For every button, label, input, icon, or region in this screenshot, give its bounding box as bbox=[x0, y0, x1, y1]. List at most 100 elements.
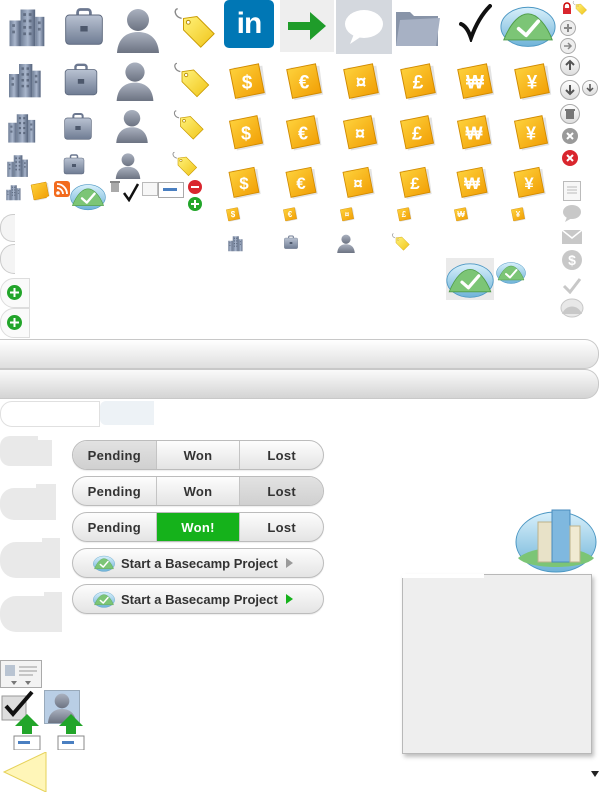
pending-option[interactable]: Pending bbox=[73, 477, 157, 505]
deal-status-toggle-default: Pending Won Lost bbox=[72, 440, 324, 470]
upload-email-icon bbox=[12, 712, 42, 750]
currency-coin-icon: € bbox=[286, 115, 322, 151]
currency-coin-icon: ₩ bbox=[456, 166, 490, 200]
document-icon bbox=[563, 181, 581, 201]
won-option[interactable]: Won bbox=[157, 477, 241, 505]
panel-notch bbox=[402, 574, 484, 578]
lost-option[interactable]: Lost bbox=[240, 513, 323, 541]
placeholder-panel bbox=[402, 574, 592, 754]
comment-icon bbox=[562, 204, 582, 222]
left-tab-stub-1[interactable] bbox=[0, 214, 15, 242]
currency-symbol-label: ¤ bbox=[356, 73, 367, 94]
person-icon-24 bbox=[114, 150, 142, 180]
dollar-coin-icon-small: $ bbox=[28, 180, 52, 204]
email-icon bbox=[562, 230, 582, 244]
svg-text:$: $ bbox=[568, 252, 576, 268]
won-option[interactable]: Won bbox=[157, 441, 241, 469]
left-tab-stub-2[interactable] bbox=[0, 244, 15, 274]
currency-symbol-label: € bbox=[296, 174, 306, 193]
deal-status-toggle-lost: Pending Won Lost bbox=[72, 476, 324, 506]
lost-option[interactable]: Lost bbox=[240, 477, 323, 505]
company-icon-24 bbox=[4, 152, 30, 178]
briefcase-icon-40 bbox=[62, 60, 100, 98]
currency-coin-grid: $ € ¤ £ ₩ ¥ $ € ¤ £ ₩ ¥ $ € ¤ £ ₩ ¥ $ € ¤ £ ₩ ¥ bbox=[222, 60, 562, 230]
currency-symbol-label: £ bbox=[412, 123, 422, 143]
currency-coin-icon: ¤ bbox=[342, 166, 376, 200]
tag-shape-3 bbox=[0, 538, 60, 578]
short-tab-blue[interactable] bbox=[100, 401, 154, 425]
trash-icon[interactable] bbox=[560, 104, 580, 124]
linkedin-icon[interactable]: in bbox=[224, 0, 274, 48]
tag-shape-2 bbox=[0, 484, 56, 520]
currency-coin-icon: £ bbox=[399, 166, 433, 200]
remove-icon-small[interactable] bbox=[188, 180, 202, 194]
add-button-stub-2[interactable] bbox=[0, 308, 30, 338]
briefcase-icon-48 bbox=[62, 3, 106, 49]
currency-coin-icon: ¤ bbox=[340, 207, 355, 222]
lost-option[interactable]: Lost bbox=[240, 441, 323, 469]
yellow-pointer-icon bbox=[0, 752, 50, 792]
close-icon-gray[interactable] bbox=[562, 128, 578, 144]
tag-shape-4 bbox=[0, 592, 62, 632]
button-label: Start a Basecamp Project bbox=[121, 591, 278, 607]
up-arrow-icon[interactable] bbox=[560, 56, 580, 76]
checkmark-icon-small bbox=[122, 182, 140, 202]
price-tag-icon-tiny bbox=[390, 232, 412, 252]
envelope-icon-small bbox=[158, 182, 184, 198]
currency-coin-icon: ₩ bbox=[454, 207, 469, 222]
basecamp-logo-large-icon bbox=[514, 500, 598, 574]
speech-bubble-icon bbox=[336, 0, 392, 54]
add-icon bbox=[7, 285, 22, 300]
basecamp-logo-icon bbox=[500, 2, 556, 48]
currency-symbol-label: ₩ bbox=[466, 123, 483, 143]
short-tab-white[interactable] bbox=[0, 401, 100, 427]
currency-symbol-label: ¥ bbox=[527, 73, 538, 94]
price-tag-icon-24 bbox=[170, 150, 200, 178]
start-basecamp-project-button-hover[interactable]: Start a Basecamp Project bbox=[72, 584, 324, 614]
currency-coin-icon: $ bbox=[226, 207, 241, 222]
close-icon-red[interactable] bbox=[562, 150, 578, 166]
long-bar-light[interactable] bbox=[0, 339, 599, 369]
basecamp-company-icon bbox=[70, 180, 106, 212]
currency-coin-icon: ₩ bbox=[457, 115, 493, 151]
trash-icon-small[interactable] bbox=[110, 180, 120, 192]
currency-symbol-label: £ bbox=[413, 73, 424, 94]
down-arrow-icon[interactable] bbox=[560, 80, 580, 100]
forward-icon-gray[interactable] bbox=[560, 38, 576, 54]
won-option[interactable]: Won! bbox=[156, 513, 241, 541]
add-icon-gray[interactable] bbox=[560, 20, 576, 36]
add-icon-small[interactable] bbox=[188, 197, 202, 211]
company-icon-40 bbox=[4, 58, 44, 100]
rss-feed-icon[interactable] bbox=[54, 181, 70, 197]
currency-coin-icon: € bbox=[285, 166, 319, 200]
dollar-icon-gray: $ bbox=[562, 250, 582, 270]
currency-symbol-label: ¥ bbox=[524, 174, 534, 193]
basecamp-icon bbox=[93, 554, 115, 572]
company-icon-32 bbox=[4, 110, 38, 144]
currency-symbol-label: ¥ bbox=[516, 210, 521, 219]
play-arrow-icon bbox=[285, 558, 293, 568]
currency-coin-icon: $ bbox=[229, 115, 265, 151]
pending-option[interactable]: Pending bbox=[73, 513, 157, 541]
briefcase-icon-24 bbox=[62, 152, 86, 176]
currency-coin-icon: $ bbox=[229, 63, 267, 101]
svg-text:$: $ bbox=[45, 193, 52, 204]
currency-symbol-label: € bbox=[298, 123, 308, 143]
start-basecamp-project-button[interactable]: Start a Basecamp Project bbox=[72, 548, 324, 578]
currency-coin-icon: £ bbox=[400, 63, 438, 101]
basecamp-icon bbox=[93, 590, 115, 608]
currency-coin-icon: ¥ bbox=[511, 207, 526, 222]
pending-option[interactable]: Pending bbox=[73, 441, 157, 469]
currency-coin-icon: £ bbox=[400, 115, 436, 151]
add-button-stub-1[interactable] bbox=[0, 278, 30, 308]
dropdown-caret-icon[interactable] bbox=[590, 770, 600, 778]
person-icon-48 bbox=[114, 3, 162, 55]
down-arrow-small-icon[interactable] bbox=[582, 80, 598, 96]
basecamp-logo-small-icon bbox=[496, 260, 526, 284]
price-tag-icon-32 bbox=[170, 108, 208, 142]
person-icon-tiny bbox=[336, 232, 356, 254]
long-bar-dark[interactable] bbox=[0, 369, 599, 399]
briefcase-icon-tiny bbox=[282, 234, 300, 250]
currency-symbol-label: ¤ bbox=[353, 174, 362, 193]
company-icon-tiny bbox=[226, 234, 244, 252]
